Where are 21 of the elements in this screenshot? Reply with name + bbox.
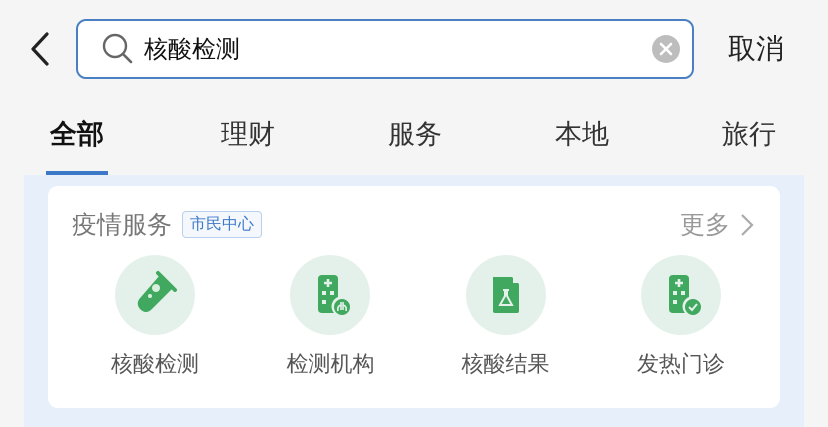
search-text: 核酸检测 [144,34,240,65]
search-icon [102,33,134,65]
tab[interactable]: 本地 [555,98,609,175]
service-label[interactable]: 核酸检测 [111,349,199,379]
service-label[interactable]: 检测机构 [286,349,374,379]
back-icon[interactable] [30,32,50,66]
card-title: 疫情服务 [72,209,172,241]
chevron-right-icon[interactable] [740,212,754,236]
hospital-lungs-icon[interactable] [290,255,370,335]
clear-icon[interactable] [652,35,680,63]
tab[interactable]: 理财 [221,98,275,175]
tab[interactable]: 服务 [388,98,442,175]
search-field[interactable]: 核酸检测 [76,19,694,79]
document-flask-icon[interactable] [466,255,546,335]
test-tube-icon[interactable] [115,255,195,335]
hospital-check-icon[interactable] [640,255,721,335]
service-label[interactable]: 发热门诊 [636,349,725,379]
cancel-button[interactable]: 取消 [728,30,784,68]
tab[interactable]: 旅行 [722,98,776,175]
service-label[interactable]: 核酸结果 [462,349,550,379]
tag: 市民中心 [182,211,262,238]
